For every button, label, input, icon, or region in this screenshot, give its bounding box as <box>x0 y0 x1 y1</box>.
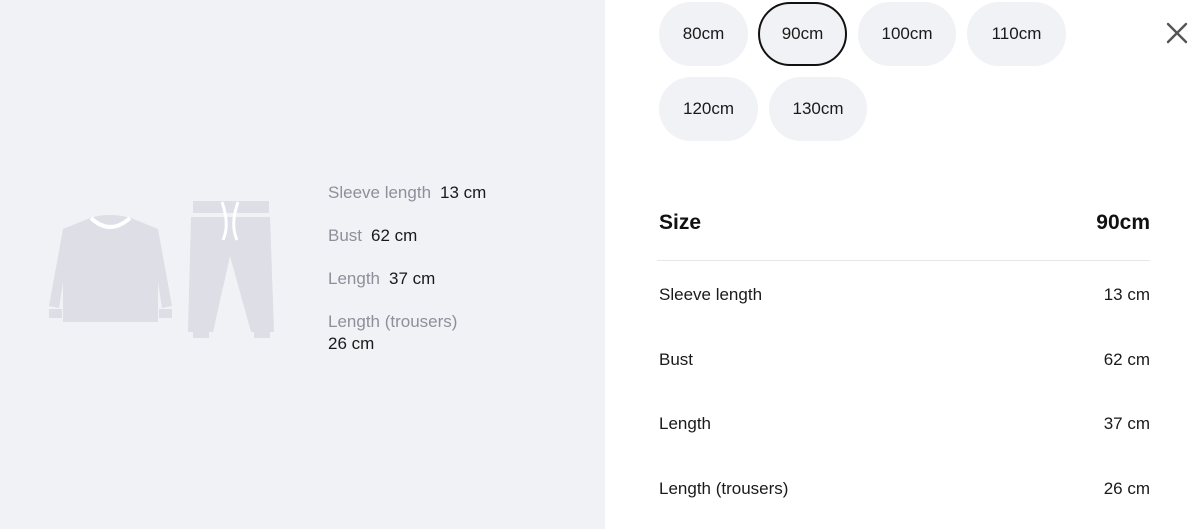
garment-illustration-panel: Sleeve length 13 cm Bust 62 cm Length 37 cm… <box>0 0 605 529</box>
measure-bust: Bust 62 cm <box>328 225 548 247</box>
size-header-label: Size <box>659 211 702 234</box>
size-option-110cm[interactable]: 110cm <box>967 2 1066 66</box>
measure-value: 26 cm <box>328 334 375 353</box>
measure-length: Length 37 cm <box>328 268 548 290</box>
size-option-100cm[interactable]: 100cm <box>858 2 956 66</box>
size-table-row: Sleeve length 13 cm <box>659 283 1150 307</box>
row-value: 37 cm <box>1103 414 1150 433</box>
row-label: Sleeve length <box>659 285 763 304</box>
row-value: 13 cm <box>1103 285 1150 304</box>
measure-sleeve-length: Sleeve length 13 cm <box>328 182 548 204</box>
measure-length-trousers: Length (trousers) 26 cm <box>328 311 548 355</box>
divider <box>657 260 1150 261</box>
garment-measurement-list: Sleeve length 13 cm Bust 62 cm Length 37 cm… <box>328 182 548 376</box>
measure-label: Length (trousers) <box>328 312 458 331</box>
size-option-90cm[interactable]: 90cm <box>758 2 847 66</box>
size-table-row: Bust 62 cm <box>659 348 1150 372</box>
measure-label: Bust <box>328 226 363 245</box>
sweatshirt-and-trousers-icon <box>49 201 274 338</box>
measure-value: 13 cm <box>440 183 487 202</box>
close-icon <box>1166 22 1188 44</box>
close-button[interactable] <box>1163 19 1191 47</box>
size-table-header: Size 90cm <box>659 208 1150 238</box>
row-label: Length (trousers) <box>659 479 789 498</box>
row-value: 62 cm <box>1103 350 1150 369</box>
measure-label: Sleeve length <box>328 183 432 202</box>
measure-value: 62 cm <box>371 226 418 245</box>
row-value: 26 cm <box>1103 479 1150 498</box>
size-option-130cm[interactable]: 130cm <box>769 77 867 141</box>
size-table-row: Length (trousers) 26 cm <box>659 477 1150 501</box>
size-table-row: Length 37 cm <box>659 412 1150 436</box>
row-label: Length <box>659 414 711 433</box>
measure-label: Length <box>328 269 380 288</box>
size-header-value: 90cm <box>1096 211 1150 234</box>
row-label: Bust <box>659 350 694 369</box>
size-option-120cm[interactable]: 120cm <box>659 77 758 141</box>
measure-value: 37 cm <box>389 269 436 288</box>
size-option-80cm[interactable]: 80cm <box>659 2 748 66</box>
